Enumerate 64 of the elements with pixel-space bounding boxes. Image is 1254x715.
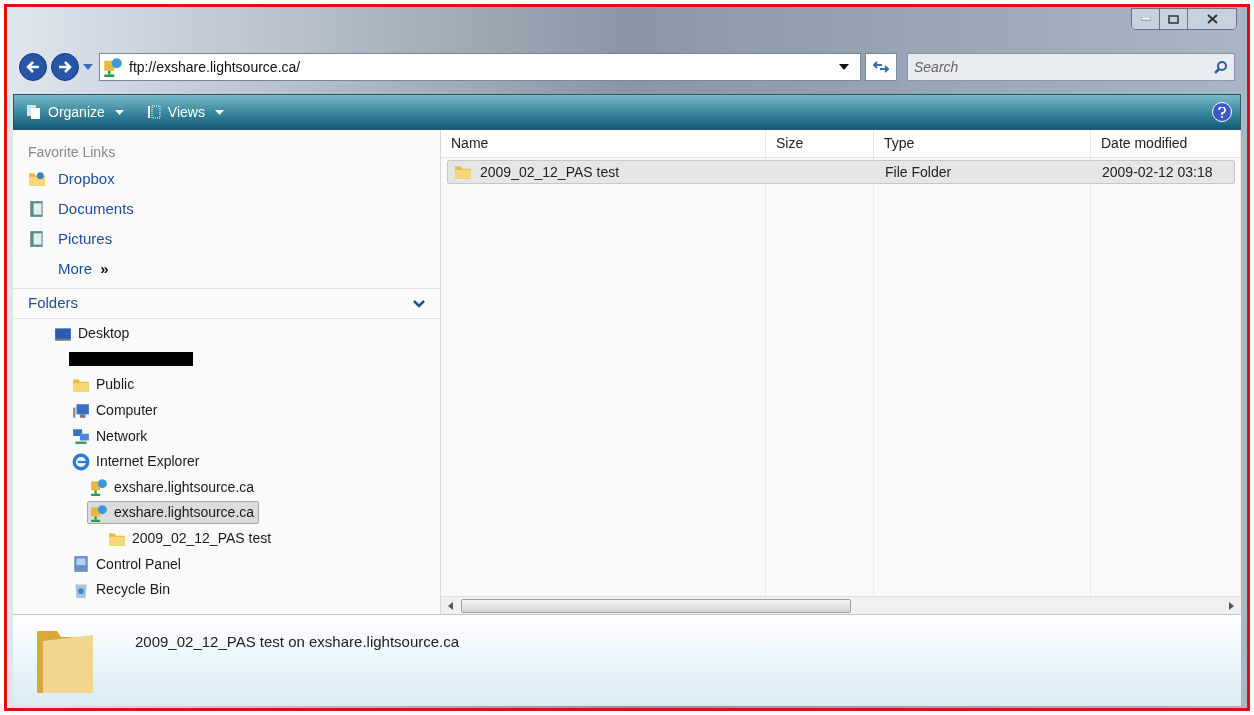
tree-item[interactable]: exshare.lightsource.ca: [87, 475, 260, 499]
table-cell-text: 2009-02-12 03:18: [1102, 162, 1213, 182]
toolbar-button[interactable]: Views: [141, 98, 228, 126]
refresh-arrows-icon: [873, 60, 889, 74]
caret-icon: [83, 64, 93, 70]
tree-item[interactable]: Control Panel: [69, 552, 186, 576]
computer-icon: [72, 401, 90, 420]
minimize-button[interactable]: [1132, 9, 1160, 29]
search-icon: [1214, 60, 1228, 74]
control-panel-icon: [72, 555, 90, 574]
browser-icon: [72, 452, 90, 471]
caret-icon: [214, 109, 224, 115]
column-header[interactable]: Date modified: [1091, 130, 1241, 157]
tree-item[interactable]: Computer: [69, 399, 163, 423]
network-folder-icon: [90, 503, 108, 522]
network-folder-icon: [90, 478, 108, 497]
tree-item[interactable]: Network: [69, 424, 153, 448]
back-arrow-icon: [26, 61, 40, 73]
list-view-icon: [145, 104, 162, 120]
favorite-link[interactable]: Pictures: [28, 224, 425, 254]
table-cell-text: File Folder: [885, 162, 952, 182]
folder-icon: [28, 170, 46, 188]
forward-arrow-icon: [58, 61, 72, 73]
address-field[interactable]: ftp://exshare.lightsource.ca/: [99, 53, 861, 81]
section-title: Favorite Links: [28, 143, 117, 162]
tree-item[interactable]: Internet Explorer: [69, 450, 205, 474]
network-folder-icon: [103, 57, 123, 77]
help-button[interactable]: [1212, 102, 1232, 122]
favorite-link[interactable]: Documents: [28, 194, 425, 224]
dropdown-caret-icon: [839, 64, 849, 70]
help-icon: [1218, 106, 1226, 118]
folders-header[interactable]: Folders: [13, 289, 440, 319]
tree-item[interactable]: Desktop: [51, 322, 135, 346]
document-icon: [28, 230, 46, 248]
tree-item[interactable]: 2009_02_12_PAS test: [105, 527, 277, 551]
chevron-icon: [413, 299, 425, 308]
folder-icon: [454, 163, 472, 181]
file-row[interactable]: 2009_02_12_PAS test File Folder 2009-02-12 03:18: [447, 160, 1235, 184]
maximize-button[interactable]: [1160, 9, 1188, 29]
details-text: 2009_02_12_PAS test on exshare.lightsource.ca: [135, 632, 460, 652]
folder-icon: [72, 376, 90, 394]
toolbar-button[interactable]: Organize: [22, 98, 128, 126]
search-field[interactable]: Search: [907, 53, 1235, 81]
back-button[interactable]: [19, 53, 47, 81]
forward-button[interactable]: [51, 53, 79, 81]
more-link[interactable]: More »: [28, 254, 425, 284]
column-header[interactable]: Type: [874, 130, 1091, 157]
pages-icon: [26, 104, 42, 120]
column-header[interactable]: Size: [766, 130, 874, 157]
refresh-button[interactable]: [865, 53, 897, 81]
tree-item[interactable]: Recycle Bin: [69, 578, 175, 602]
document-icon: [28, 200, 46, 218]
minimize-icon: [1140, 17, 1151, 21]
scrollbar-thumb[interactable]: [461, 598, 851, 613]
caret-icon: [114, 109, 124, 115]
favorite-link[interactable]: Dropbox: [28, 164, 425, 194]
column-header[interactable]: Name: [441, 130, 766, 157]
tree-item[interactable]: exshare.lightsource.ca: [87, 501, 260, 525]
close-icon: [1206, 14, 1218, 24]
network-icon: [72, 427, 90, 446]
maximize-icon: [1168, 14, 1179, 24]
tree-item[interactable]: Public: [69, 373, 140, 397]
table-cell-text: 2009_02_12_PAS test: [480, 162, 620, 182]
close-button[interactable]: [1188, 9, 1236, 29]
